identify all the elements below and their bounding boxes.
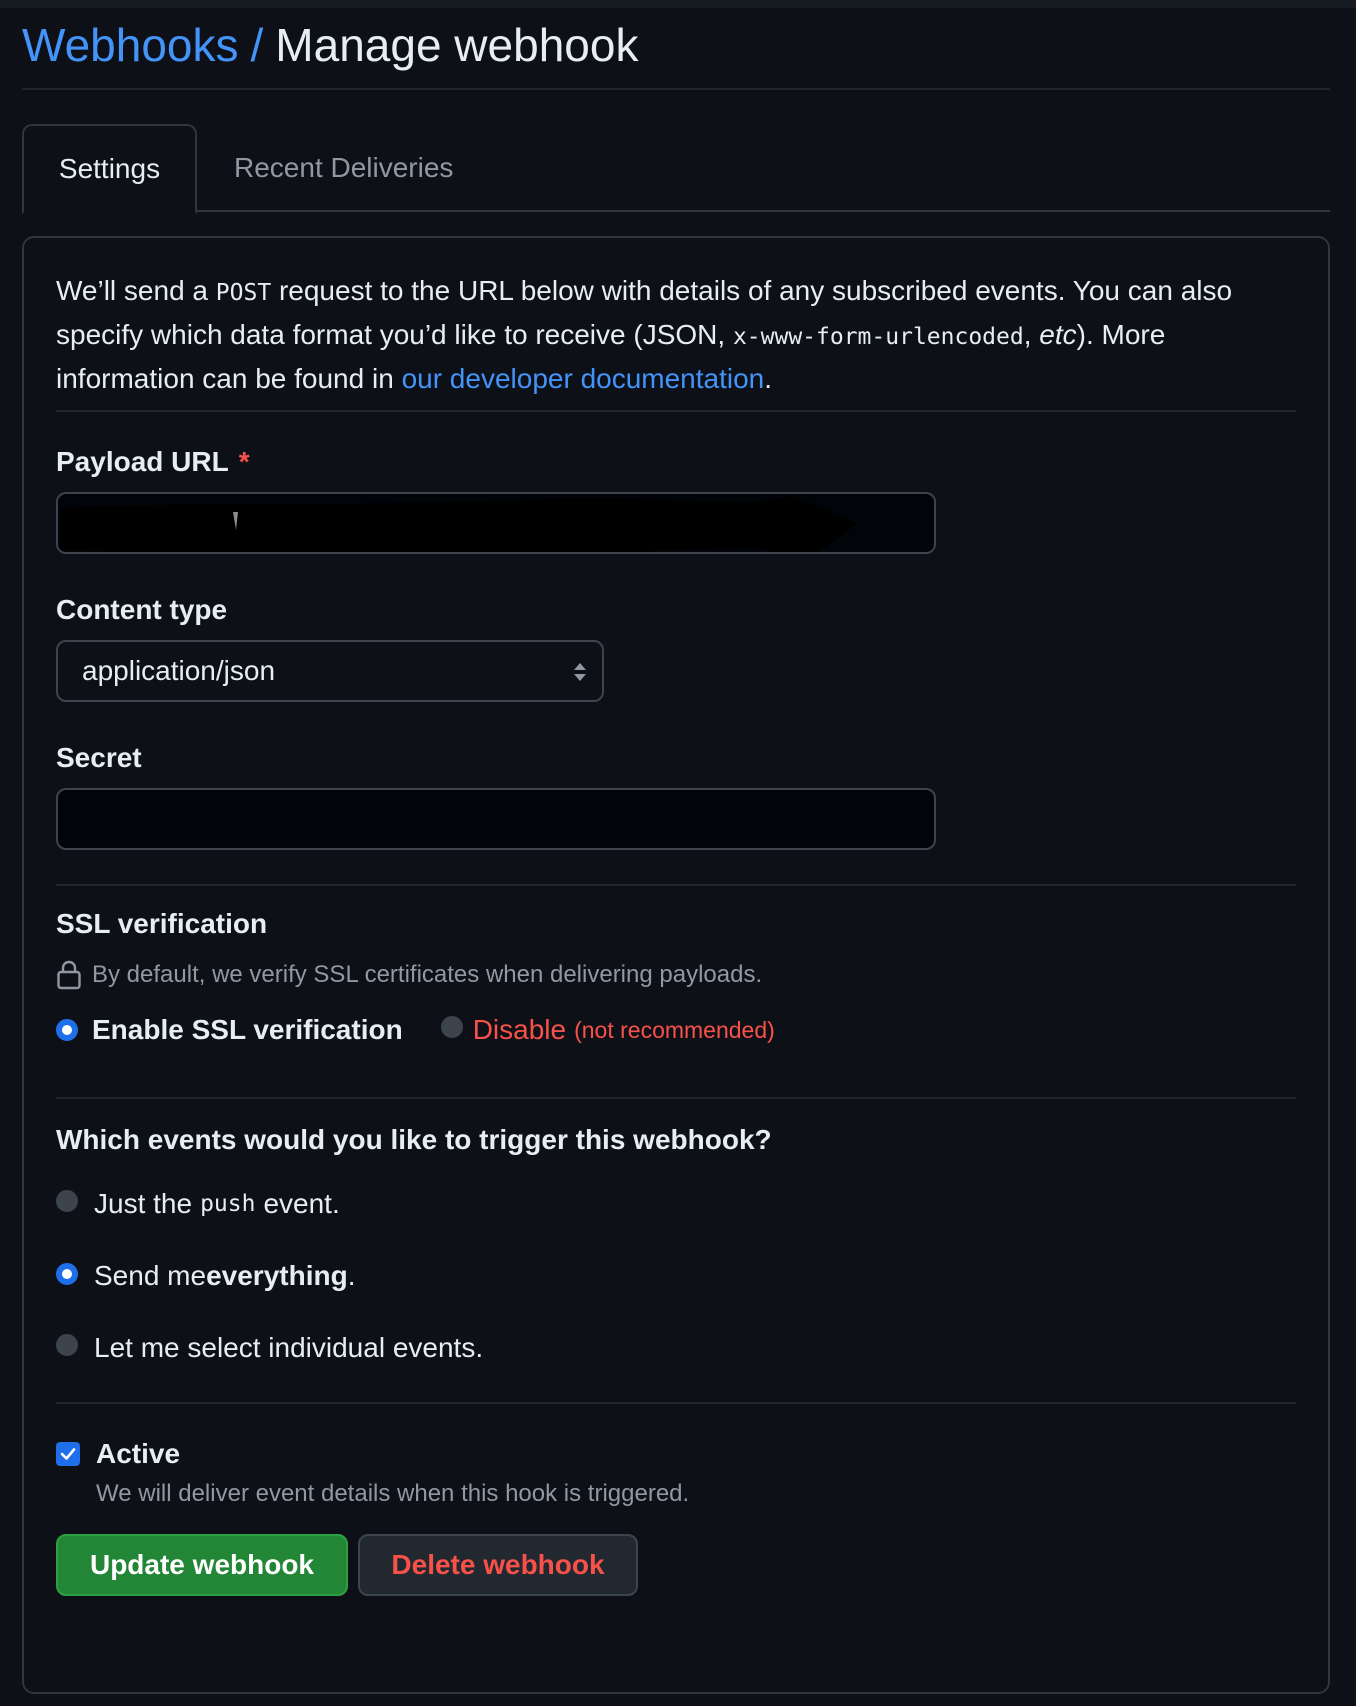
disable-ssl-note: (not recommended) [574,1016,775,1043]
ssl-note: By default, we verify SSL certificates w… [56,960,1296,990]
push-event-label: event. [263,1188,340,1219]
individual-events-label: Let me select individual events. [94,1332,484,1363]
breadcrumb-separator: / [250,19,264,71]
active-row: Active [56,1438,1296,1470]
active-description: We will deliver event details when this … [96,1480,690,1507]
content-type-selected-value: application/json [82,655,276,686]
top-bar [0,0,1356,8]
divider [56,410,1296,412]
event-option-push[interactable]: Just the push event. [56,1188,1296,1220]
content-type-select[interactable]: application/json [56,640,604,702]
intro-text: We’ll send a POST request to the URL bel… [56,270,1296,400]
breadcrumb: Webhooks / Manage webhook [22,8,1330,90]
tab-settings[interactable]: Settings [22,124,197,214]
intro-text-part: We’ll send a [56,275,216,306]
disable-ssl-radio[interactable] [440,1016,463,1038]
code-push: push [200,1191,256,1217]
event-option-individual[interactable]: Let me select individual events. [56,1332,1296,1364]
enable-ssl-label[interactable]: Enable SSL verification [92,1014,403,1046]
required-mark: * [238,446,250,477]
divider [56,1402,1296,1404]
secret-input[interactable] [56,788,936,850]
update-webhook-button[interactable]: Update webhook [56,1534,348,1596]
divider [56,884,1296,886]
everything-label: . [347,1260,356,1291]
tab-recent-deliveries[interactable]: Recent Deliveries [230,124,457,212]
page-title: Manage webhook [275,19,639,71]
code-post: POST [215,280,272,306]
push-event-radio[interactable] [56,1190,78,1212]
payload-url-label-text: Payload URL [56,446,229,477]
event-option-everything[interactable]: Send me everything. [56,1260,1296,1292]
select-arrows-icon [574,663,586,681]
payload-url-input[interactable] [56,492,936,554]
webhook-settings-card: We’ll send a POST request to the URL bel… [22,236,1330,1694]
tab-bar: Settings Recent Deliveries [22,124,1330,214]
developer-documentation-link[interactable]: our developer documentation [402,363,765,394]
disable-ssl-label[interactable]: Disable [473,1014,566,1046]
secret-label: Secret [56,742,142,773]
intro-text-part: . [764,363,773,394]
everything-label: Send me [94,1260,207,1291]
enable-ssl-radio[interactable] [56,1019,78,1041]
breadcrumb-webhooks-link[interactable]: Webhooks [22,18,239,72]
push-event-label: Just the [94,1188,193,1219]
divider [56,1097,1296,1099]
ssl-note-text: By default, we verify SSL certificates w… [92,961,763,988]
ssl-heading: SSL verification [56,908,268,939]
everything-radio[interactable] [56,1263,78,1285]
payload-url-label: Payload URL * [56,446,1296,478]
individual-events-radio[interactable] [56,1334,78,1356]
delete-webhook-button[interactable]: Delete webhook [358,1534,638,1596]
manage-webhook-page: Webhooks / Manage webhook Settings Recen… [22,8,1330,1706]
events-heading: Which events would you like to trigger t… [56,1124,772,1155]
check-icon [60,1448,76,1460]
lock-icon [57,960,81,990]
intro-etc: etc [1039,319,1077,350]
code-form-urlencoded: x-www-form-urlencoded [732,324,1024,350]
everything-bold: everything [206,1260,348,1291]
intro-text-part: , [1023,319,1040,350]
ssl-options: Enable SSL verification Disable (not rec… [56,1014,1296,1046]
active-checkbox[interactable] [56,1442,80,1466]
redaction-scribble [58,496,934,552]
active-label[interactable]: Active [96,1438,180,1470]
content-type-label: Content type [56,594,228,625]
